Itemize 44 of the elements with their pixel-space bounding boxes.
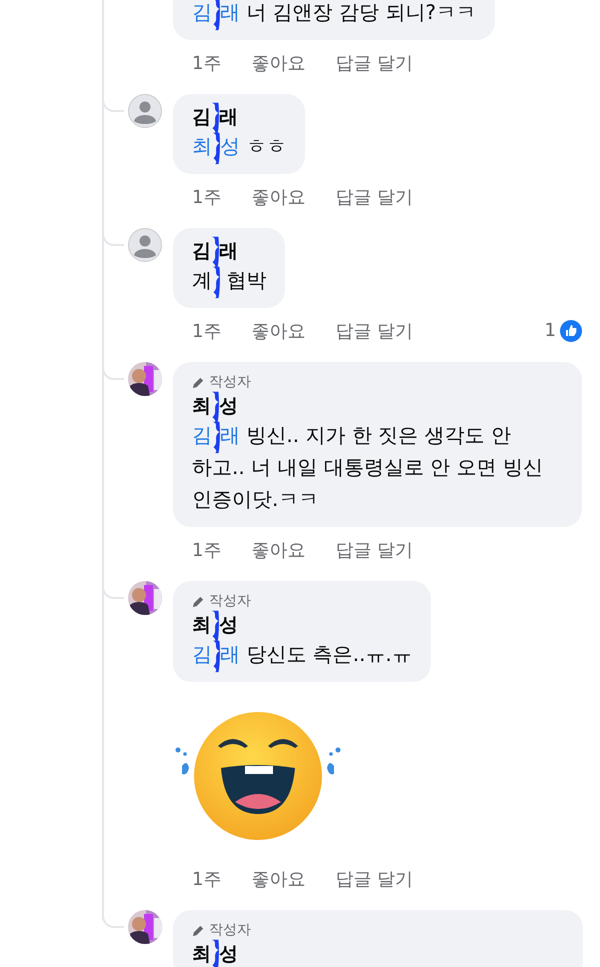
redaction-scribble bbox=[209, 938, 221, 967]
comment-time: 1주 bbox=[192, 52, 222, 76]
comment-text: 김 래 당신도 측은..ㅠ.ㅠ bbox=[192, 638, 412, 670]
author-label: 작성자 bbox=[209, 592, 251, 611]
like-button[interactable]: 좋아요 bbox=[251, 320, 306, 344]
reply-button[interactable]: 답글 달기 bbox=[335, 539, 414, 563]
comment-text: 김 래 너 김앤장 감당 되니?ㅋㅋ bbox=[192, 0, 476, 28]
author-label: 작성자 bbox=[209, 921, 251, 940]
comment-time: 1주 bbox=[192, 320, 222, 344]
comment-time: 1주 bbox=[192, 868, 222, 892]
thumbs-up-icon[interactable] bbox=[560, 320, 582, 342]
comment-time: 1주 bbox=[192, 539, 222, 563]
author-label: 작성자 bbox=[209, 373, 251, 392]
like-button[interactable]: 좋아요 bbox=[251, 186, 306, 210]
like-button[interactable]: 좋아요 bbox=[251, 868, 306, 892]
like-button[interactable]: 좋아요 bbox=[251, 52, 306, 76]
redaction-scribble bbox=[210, 638, 222, 673]
redaction-scribble bbox=[209, 390, 221, 424]
redaction-scribble bbox=[209, 100, 221, 135]
commenter-name[interactable]: 최 성 bbox=[192, 393, 238, 419]
default-avatar-icon[interactable] bbox=[128, 94, 162, 128]
reply-button[interactable]: 답글 달기 bbox=[335, 52, 414, 76]
comment-text: 김 래 빙신.. 지가 한 짓은 생각도 안 하고.. 너 내일 대통령실로 안 오면 빙신 인증이닷.ㅋㅋ bbox=[192, 419, 563, 515]
redaction-scribble bbox=[209, 608, 221, 643]
reply-button[interactable]: 답글 달기 bbox=[335, 320, 414, 344]
pen-icon bbox=[192, 376, 205, 389]
comment-text: 최 성 ㅎㅎ bbox=[192, 130, 286, 162]
redaction-scribble bbox=[210, 420, 222, 454]
redaction-scribble bbox=[209, 234, 221, 269]
reply-button[interactable]: 답글 달기 bbox=[335, 186, 414, 210]
commenter-name[interactable]: 최 성 bbox=[192, 612, 238, 638]
redaction-scribble bbox=[210, 264, 222, 299]
pen-icon bbox=[192, 924, 205, 937]
pen-icon bbox=[192, 595, 205, 608]
reply-button[interactable]: 답글 달기 bbox=[335, 868, 414, 892]
comment-time: 1주 bbox=[192, 186, 222, 210]
comment-text: 계 협박 bbox=[192, 264, 266, 296]
reaction-count: 1 bbox=[544, 319, 556, 343]
commenter-name[interactable]: 김 래 bbox=[192, 238, 238, 264]
commenter-name[interactable]: 김 래 bbox=[192, 104, 238, 130]
commenter-name[interactable]: 최 성 bbox=[192, 941, 238, 967]
redaction-scribble bbox=[210, 130, 222, 165]
like-button[interactable]: 좋아요 bbox=[251, 539, 306, 563]
default-avatar-icon[interactable] bbox=[128, 228, 162, 262]
